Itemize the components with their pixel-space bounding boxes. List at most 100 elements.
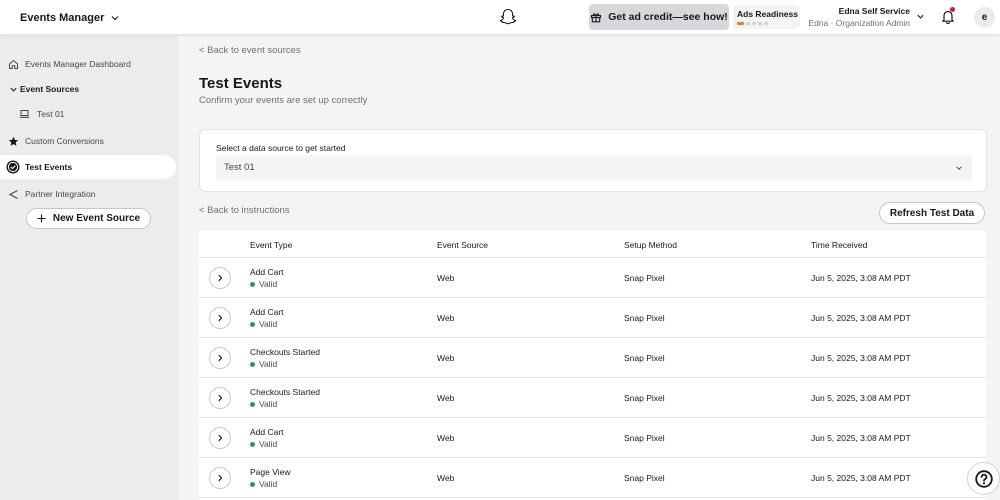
page-title: Test Events [199,75,283,92]
time-received: Jun 5, 2025, 3:08 AM PDT [811,433,911,443]
table-row[interactable]: Add Cart Valid Web Snap Pixel Jun 5, 2025, 3… [199,298,986,338]
chevron-down-icon [956,166,962,170]
sidebar-item-partner-integration[interactable]: Partner Integration [0,182,176,206]
column-header: Setup Method [624,240,677,250]
expand-row-button[interactable] [209,307,231,329]
event-status: Valid [250,399,277,409]
table-row[interactable]: Add Cart Valid Web Snap Pixel Jun 5, 2025, 3… [199,418,986,458]
column-header: Time Received [811,240,868,250]
event-source: Web [437,393,455,403]
sidebar-item-label: Test Events [25,162,73,172]
chevron-down-icon [8,84,19,95]
expand-row-button[interactable] [209,427,231,449]
refresh-test-data-button[interactable]: Refresh Test Data [879,202,985,224]
column-header: Event Type [250,240,293,250]
back-to-instructions-link[interactable]: < Back to instructions [199,205,290,216]
status-dot [250,401,255,407]
data-source-card: Select a data source to get started Test… [199,129,987,192]
status-dot [250,361,255,367]
snapchat-ghost-icon[interactable] [498,7,518,27]
chevron-down-icon[interactable] [916,12,925,21]
expand-row-button[interactable] [209,387,231,409]
event-type: Page View [250,467,291,477]
table-row[interactable]: Checkouts Started Valid Web Snap Pixel Jun 5… [199,378,986,418]
avatar[interactable]: e [974,7,995,28]
back-to-event-sources-link[interactable]: < Back to event sources [199,45,301,56]
setup-method: Snap Pixel [624,313,665,323]
table-row[interactable]: Checkouts Started Valid Web Snap Pixel Jun 5… [199,338,986,378]
expand-row-button[interactable] [209,347,231,369]
event-source: Web [437,273,455,283]
event-source: Web [437,433,455,443]
status-dot [250,441,255,447]
readiness-segment [764,22,768,25]
setup-method: Snap Pixel [624,353,665,363]
event-type: Checkouts Started [250,387,320,397]
event-status-label: Valid [259,319,278,329]
time-received: Jun 5, 2025, 3:08 AM PDT [811,353,911,363]
event-status: Valid [250,479,277,489]
readiness-segment [746,22,750,25]
help-button[interactable] [967,462,1000,495]
event-status-label: Valid [259,439,278,449]
sidebar-item-event-sources[interactable]: Event Sources [0,77,176,101]
event-status: Valid [250,319,277,329]
event-status-label: Valid [259,399,278,409]
data-source-value: Test 01 [224,162,255,173]
setup-method: Snap Pixel [624,473,665,483]
top-bar: Events Manager Get ad credit—see how! Ad… [0,0,1000,35]
ads-readiness-label: Ads Readiness [737,9,798,19]
table-row[interactable]: Page View Valid Web Snap Pixel Jun 5, 2025, … [199,458,986,498]
event-type: Checkouts Started [250,347,320,357]
event-status: Valid [250,279,277,289]
time-received: Jun 5, 2025, 3:08 AM PDT [811,273,911,283]
time-received: Jun 5, 2025, 3:08 AM PDT [811,313,911,323]
sidebar-item-label: Partner Integration [25,189,96,199]
user-role: Edna · Organization Admin [808,18,910,28]
sidebar-item-dashboard[interactable]: Events Manager Dashboard [0,52,176,76]
event-type: Add Cart [250,427,284,437]
gift-icon [591,13,602,23]
setup-method: Snap Pixel [624,433,665,443]
plus-icon [37,214,46,223]
event-status-label: Valid [259,359,278,369]
sidebar-item-test-events[interactable]: Test Events [0,155,176,179]
sidebar-item-custom-conversions[interactable]: Custom Conversions [0,129,176,153]
column-header: Event Source [437,240,489,250]
test-events-table: Event Type Event Source Setup Method Tim… [199,231,986,500]
event-type: Add Cart [250,267,284,277]
notification-dot [950,7,955,12]
laptop-icon [19,109,30,120]
time-received: Jun 5, 2025, 3:08 AM PDT [811,473,911,483]
share-icon [8,189,19,200]
get-ad-credit-button[interactable]: Get ad credit—see how! [589,4,729,30]
chevron-right-icon [218,394,223,402]
ads-readiness-widget[interactable]: Ads Readiness [733,5,800,29]
expand-row-button[interactable] [209,467,231,489]
data-source-select[interactable]: Test 01 [216,155,972,181]
user-menu[interactable]: Edna Self Service Edna · Organization Ad… [800,6,910,28]
expand-row-button[interactable] [209,267,231,289]
sidebar-item-label: Custom Conversions [25,136,104,146]
star-icon [8,136,19,147]
sidebar-item-label: Test 01 [37,109,65,119]
table-row[interactable]: Add Cart Valid Web Snap Pixel Jun 5, 2025, 3… [199,258,986,298]
readiness-segment [752,22,756,25]
event-source: Web [437,313,455,323]
status-dot [250,321,255,327]
sidebar-item-test-01[interactable]: Test 01 [0,102,176,126]
check-circle-icon [6,160,20,174]
chevron-right-icon [218,354,223,362]
setup-method: Snap Pixel [624,273,665,283]
home-icon [8,59,19,70]
event-source: Web [437,353,455,363]
event-status-label: Valid [259,279,278,289]
sidebar-item-label: Events Manager Dashboard [25,59,131,69]
page-subtitle: Confirm your events are set up correctly [199,95,368,106]
time-received: Jun 5, 2025, 3:08 AM PDT [811,393,911,403]
table-header: Event Type Event Source Setup Method Tim… [199,231,986,258]
app-switcher[interactable]: Events Manager [20,0,120,35]
new-event-source-button[interactable]: New Event Source [26,208,151,229]
help-icon [974,469,993,488]
chevron-right-icon [218,474,223,482]
